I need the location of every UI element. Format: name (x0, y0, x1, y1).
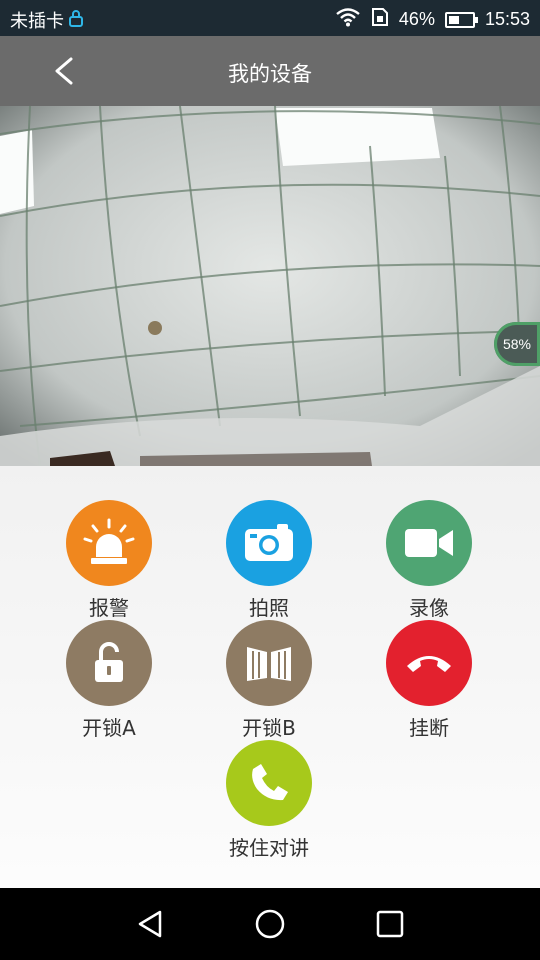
back-triangle-icon (138, 910, 162, 938)
battery-level-fill (448, 15, 459, 24)
unlock-b-control[interactable]: 开锁B (209, 620, 329, 741)
video-camera-icon (405, 529, 453, 557)
unlock-b-label: 开锁B (242, 716, 296, 740)
status-bar: 未插卡 46% 15:53 (0, 0, 540, 36)
lock-icon (68, 9, 84, 32)
camera-video-feed[interactable]: 58% (0, 106, 540, 466)
snapshot-label: 拍照 (249, 596, 289, 620)
loading-percent-text: 58% (502, 336, 532, 352)
wifi-icon (335, 7, 361, 32)
gate-icon (247, 647, 291, 681)
alarm-control[interactable]: 报警 (49, 500, 169, 621)
unlock-icon (95, 642, 123, 682)
battery-percent: 46% (398, 9, 435, 29)
hangup-label: 挂断 (409, 716, 449, 740)
app-header: 我的设备 (0, 36, 540, 106)
push-to-talk-label: 按住对讲 (229, 836, 309, 860)
record-label: 录像 (409, 596, 449, 620)
recents-square-icon (376, 910, 404, 938)
unlock-a-control[interactable]: 开锁A (49, 620, 169, 741)
hang-up-icon (407, 656, 451, 672)
hangup-control[interactable]: 挂断 (369, 620, 489, 741)
system-nav-bar (0, 888, 540, 960)
record-button[interactable] (386, 500, 472, 586)
alarm-light-icon (83, 518, 135, 564)
camera-image (0, 106, 540, 466)
push-to-talk-control[interactable]: 按住对讲 (209, 740, 329, 861)
record-control[interactable]: 录像 (369, 500, 489, 621)
status-left: 未插卡 (10, 7, 84, 33)
hangup-button[interactable] (386, 620, 472, 706)
phone-icon (252, 764, 288, 801)
page-title: 我的设备 (228, 62, 312, 86)
nav-recents-button[interactable] (374, 908, 406, 940)
carrier-text: 未插卡 (10, 11, 64, 31)
loading-percent-badge: 58% (494, 322, 540, 366)
snapshot-button[interactable] (226, 500, 312, 586)
nav-back-button[interactable] (134, 908, 166, 940)
nav-home-button[interactable] (254, 908, 286, 940)
unlock-a-label: 开锁A (82, 716, 136, 740)
battery-icon (444, 11, 478, 28)
sim-icon (371, 7, 389, 32)
camera-icon (245, 524, 293, 561)
snapshot-control[interactable]: 拍照 (209, 500, 329, 621)
push-to-talk-button[interactable] (226, 740, 312, 826)
unlock-b-button[interactable] (226, 620, 312, 706)
controls-panel: 报警 拍照 录像 开锁A 开锁B 挂断 按住对讲 (0, 466, 540, 888)
home-circle-icon (255, 909, 285, 939)
status-right: 46% 15:53 (335, 7, 530, 32)
alarm-button[interactable] (66, 500, 152, 586)
unlock-a-button[interactable] (66, 620, 152, 706)
alarm-label: 报警 (89, 596, 129, 620)
clock-time: 15:53 (484, 9, 530, 29)
